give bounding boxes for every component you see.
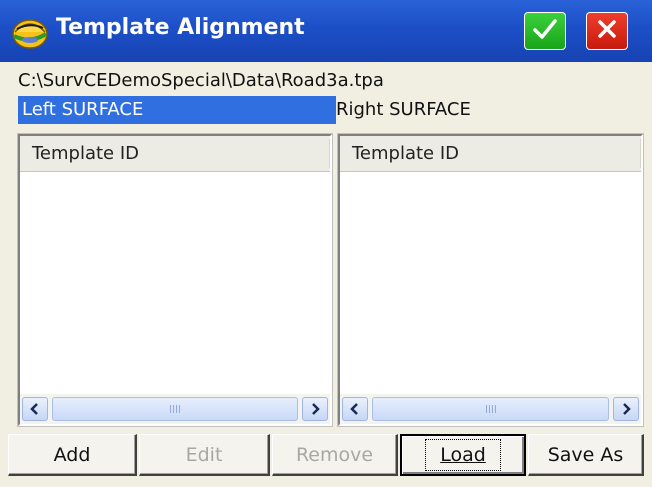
remove-button[interactable]: Remove: [272, 434, 398, 476]
close-icon: [595, 17, 619, 45]
chevron-left-icon: [350, 400, 360, 419]
left-scroll-thumb[interactable]: [52, 397, 298, 421]
hardhat-app-icon: [10, 12, 50, 50]
add-button[interactable]: Add: [8, 434, 137, 476]
edit-button[interactable]: Edit: [139, 434, 270, 476]
template-alignment-window: Template Alignment C:\SurvCEDemoSpecial\…: [0, 0, 652, 487]
left-template-list[interactable]: Template ID: [18, 134, 332, 426]
right-scroll-right-button[interactable]: [613, 397, 639, 421]
ok-button[interactable]: [524, 12, 566, 50]
right-scroll-thumb[interactable]: [372, 397, 609, 421]
right-column-header-template-id[interactable]: Template ID: [340, 136, 641, 172]
right-horizontal-scrollbar[interactable]: [340, 394, 641, 424]
right-scroll-left-button[interactable]: [342, 397, 368, 421]
left-scroll-left-button[interactable]: [22, 397, 48, 421]
tab-right-surface[interactable]: Right SURFACE: [336, 96, 471, 124]
left-column-header-template-id[interactable]: Template ID: [20, 136, 330, 172]
grip-icon: [485, 405, 496, 413]
grip-icon: [170, 405, 180, 413]
title-bar: Template Alignment: [0, 0, 652, 62]
checkmark-icon: [531, 17, 559, 45]
window-title: Template Alignment: [56, 15, 305, 40]
right-template-list[interactable]: Template ID: [338, 134, 643, 426]
close-button[interactable]: [586, 12, 628, 50]
save-as-button[interactable]: Save As: [528, 434, 644, 476]
file-path: C:\SurvCEDemoSpecial\Data\Road3a.tpa: [18, 70, 384, 91]
left-horizontal-scrollbar[interactable]: [20, 394, 330, 424]
chevron-left-icon: [30, 400, 40, 419]
load-button-label: Load: [425, 439, 501, 471]
chevron-right-icon: [621, 400, 631, 419]
tab-left-surface[interactable]: Left SURFACE: [18, 96, 336, 124]
left-scroll-right-button[interactable]: [302, 397, 328, 421]
load-button[interactable]: Load: [400, 434, 526, 476]
chevron-right-icon: [310, 400, 320, 419]
